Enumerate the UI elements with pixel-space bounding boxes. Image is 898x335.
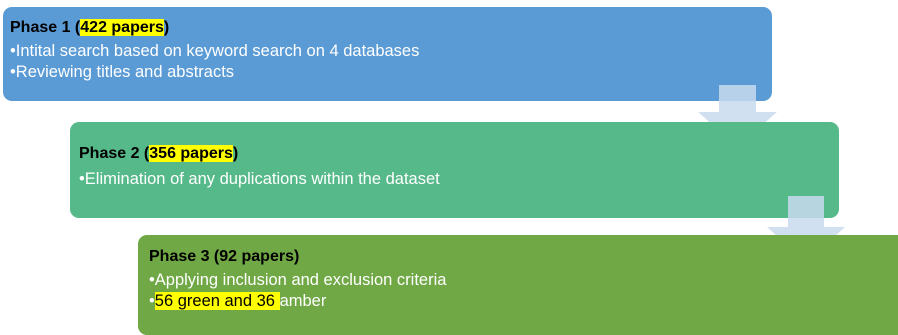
- phase-3-bullet: •Applying inclusion and exclusion criter…: [149, 271, 447, 289]
- phase-3-box: Phase 3 (92 papers) •Applying inclusion …: [138, 235, 898, 335]
- phase-3-bullet: •56 green and 36 amber: [149, 292, 327, 310]
- phase-3-title: Phase 3 (92 papers): [149, 248, 300, 265]
- green-amber-highlight: 56 green and 36: [154, 292, 280, 310]
